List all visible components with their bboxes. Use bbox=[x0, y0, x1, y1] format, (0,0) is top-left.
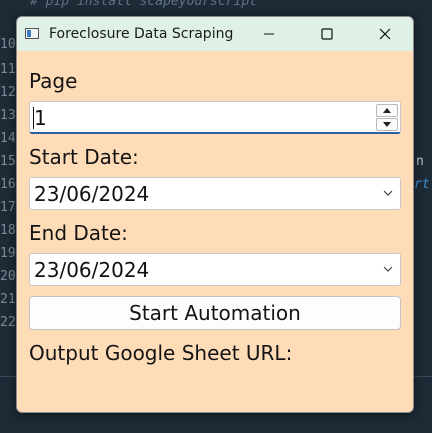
app-window: Foreclosure Data Scraping Page 1 Start D… bbox=[16, 16, 414, 413]
title-bar[interactable]: Foreclosure Data Scraping bbox=[17, 17, 413, 51]
maximize-icon bbox=[321, 28, 333, 40]
page-spinbox[interactable]: 1 bbox=[29, 101, 401, 134]
start-date-picker[interactable]: 23/06/2024 bbox=[29, 177, 401, 210]
line-number: 15 bbox=[0, 154, 16, 169]
start-date-value: 23/06/2024 bbox=[34, 182, 150, 206]
app-window-icon bbox=[25, 28, 39, 39]
end-date-value: 23/06/2024 bbox=[34, 258, 150, 282]
chevron-down-icon[interactable] bbox=[382, 263, 394, 275]
line-number: 13 bbox=[0, 108, 16, 123]
spin-down-button[interactable] bbox=[376, 118, 398, 131]
line-number: 14 bbox=[0, 131, 16, 146]
editor-comment-fragment: # pip install scapeyourscript bbox=[30, 0, 257, 9]
editor-code-fragment: rt bbox=[414, 177, 430, 192]
chevron-up-icon bbox=[383, 108, 391, 113]
end-date-label: End Date: bbox=[29, 221, 128, 245]
line-number: 12 bbox=[0, 85, 16, 100]
spin-buttons bbox=[376, 104, 398, 131]
line-number: 22 bbox=[0, 315, 16, 330]
page-label: Page bbox=[29, 69, 78, 93]
line-number: 21 bbox=[0, 292, 16, 307]
line-number: 19 bbox=[0, 246, 16, 261]
line-number: 11 bbox=[0, 62, 16, 77]
page-value: 1 bbox=[34, 106, 47, 130]
line-number: 18 bbox=[0, 223, 16, 238]
output-url-label: Output Google Sheet URL: bbox=[29, 341, 293, 365]
editor-code-fragment: n bbox=[416, 154, 424, 169]
window-title: Foreclosure Data Scraping bbox=[49, 26, 234, 42]
minimize-icon bbox=[264, 33, 274, 35]
chevron-down-icon bbox=[383, 122, 391, 127]
line-number: 10 bbox=[0, 37, 16, 52]
start-automation-button[interactable]: Start Automation bbox=[29, 296, 401, 330]
close-icon bbox=[379, 28, 391, 40]
minimize-button[interactable] bbox=[240, 17, 298, 51]
line-number: 20 bbox=[0, 269, 16, 284]
chevron-down-icon[interactable] bbox=[382, 187, 394, 199]
start-date-label: Start Date: bbox=[29, 145, 139, 169]
line-number: 17 bbox=[0, 200, 16, 215]
maximize-button[interactable] bbox=[298, 17, 356, 51]
end-date-picker[interactable]: 23/06/2024 bbox=[29, 253, 401, 286]
spin-up-button[interactable] bbox=[376, 104, 398, 117]
close-button[interactable] bbox=[356, 17, 413, 51]
line-number: 16 bbox=[0, 177, 16, 192]
